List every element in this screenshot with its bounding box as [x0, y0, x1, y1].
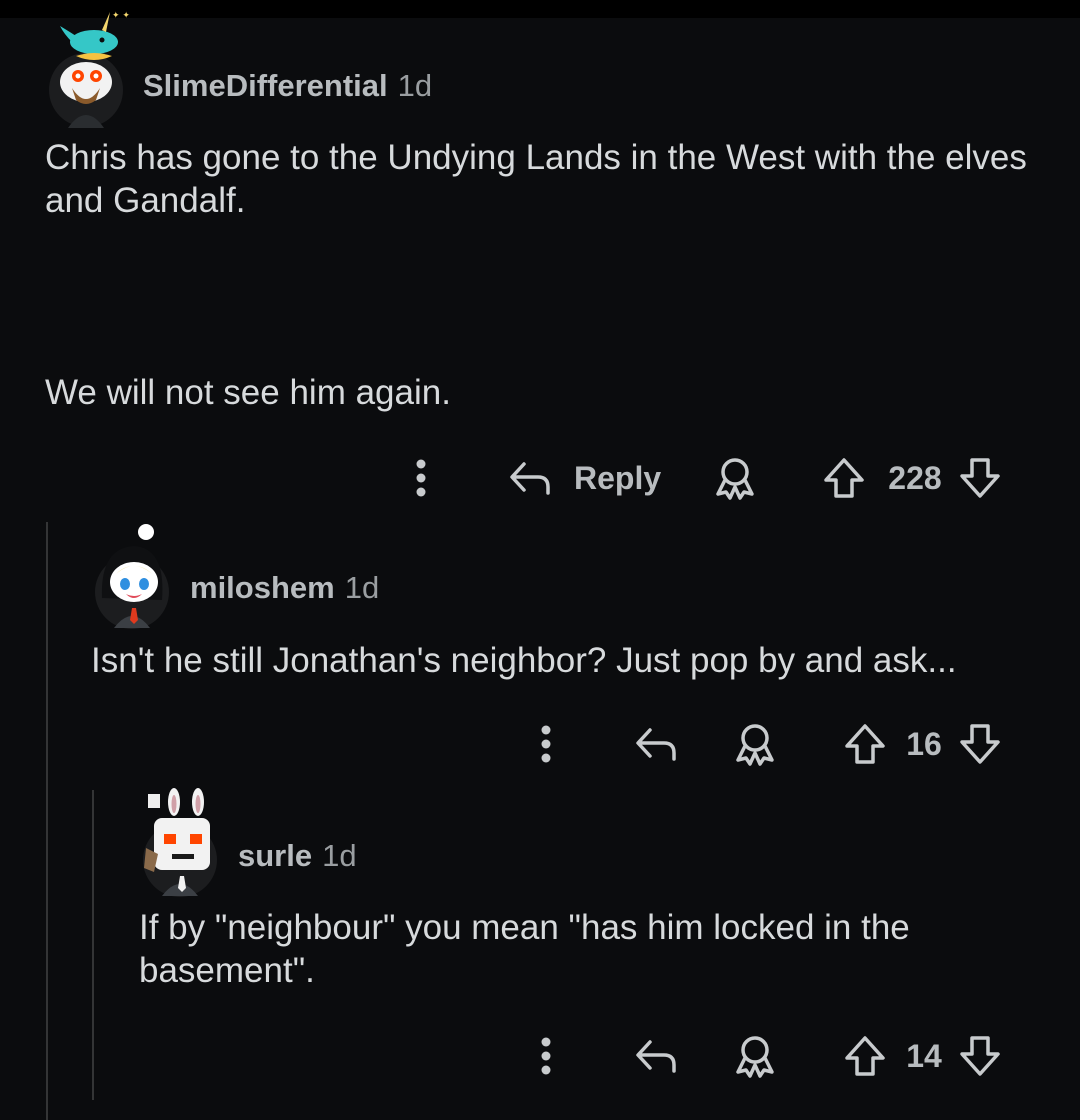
upvote-button[interactable]	[843, 714, 887, 774]
award-button[interactable]	[714, 448, 756, 508]
comment-actions: 16	[0, 714, 1080, 774]
svg-text:✦ ✦: ✦ ✦	[112, 11, 130, 21]
comment-body: Chris has gone to the Undying Lands in t…	[45, 136, 1035, 414]
upvote-arrow-icon	[845, 724, 885, 764]
vote-count: 14	[906, 1037, 942, 1074]
award-icon	[736, 724, 774, 766]
timestamp: 1d	[397, 68, 433, 103]
reply-button[interactable]	[634, 714, 678, 774]
top-status-bar	[0, 0, 1080, 18]
downvote-arrow-icon	[960, 458, 1000, 498]
avatar-miloshem[interactable]	[92, 520, 176, 637]
more-options-button[interactable]	[531, 1026, 561, 1086]
reply-arrow-icon	[636, 728, 676, 761]
reply-label: Reply	[574, 459, 662, 496]
comment-body: If by "neighbour" you mean "has him lock…	[139, 906, 1019, 992]
timestamp: 1d	[322, 838, 357, 873]
username[interactable]: SlimeDifferential	[143, 68, 388, 104]
more-options-button[interactable]	[406, 448, 436, 508]
vertical-dots-icon	[541, 1037, 551, 1075]
downvote-button[interactable]	[958, 714, 1002, 774]
upvote-arrow-icon	[824, 458, 864, 498]
comment-header: SlimeDifferential 1d	[143, 68, 432, 104]
username[interactable]: miloshem	[190, 570, 335, 606]
comment-body: Isn't he still Jonathan's neighbor? Just…	[91, 639, 1051, 682]
downvote-arrow-icon	[960, 1036, 1000, 1076]
downvote-button[interactable]	[958, 448, 1002, 508]
award-icon	[736, 1036, 774, 1078]
comment-actions: Reply 228	[0, 448, 1080, 508]
comment-paragraph: We will not see him again.	[45, 373, 451, 412]
comment-paragraph: Chris has gone to the Undying Lands in t…	[45, 138, 1027, 220]
vote-count: 228	[888, 459, 942, 496]
upvote-arrow-icon	[845, 1036, 885, 1076]
comment-paragraph: Isn't he still Jonathan's neighbor? Just…	[91, 641, 957, 680]
comment-header: miloshem 1d	[190, 570, 379, 606]
more-options-button[interactable]	[531, 714, 561, 774]
username[interactable]: surle	[238, 838, 312, 874]
vertical-dots-icon	[416, 459, 426, 497]
downvote-button[interactable]	[958, 1026, 1002, 1086]
timestamp: 1d	[344, 570, 380, 605]
avatar-surle[interactable]	[140, 788, 224, 905]
upvote-button[interactable]	[822, 448, 866, 508]
avatar-slimedifferential[interactable]: ✦ ✦	[46, 6, 130, 135]
vertical-dots-icon	[541, 725, 551, 763]
vote-count: 16	[906, 725, 942, 762]
award-button[interactable]	[734, 1026, 776, 1086]
comment-paragraph: If by "neighbour" you mean "has him lock…	[139, 908, 910, 990]
reply-button[interactable]	[634, 1026, 678, 1086]
upvote-button[interactable]	[843, 1026, 887, 1086]
award-icon	[716, 458, 754, 500]
reply-arrow-icon	[636, 1040, 676, 1073]
award-button[interactable]	[734, 714, 776, 774]
comment-actions: 14	[0, 1026, 1080, 1086]
downvote-arrow-icon	[960, 724, 1000, 764]
reply-arrow-icon	[510, 462, 550, 495]
comment-header: surle 1d	[238, 838, 357, 874]
reply-button[interactable]: Reply	[508, 448, 661, 508]
